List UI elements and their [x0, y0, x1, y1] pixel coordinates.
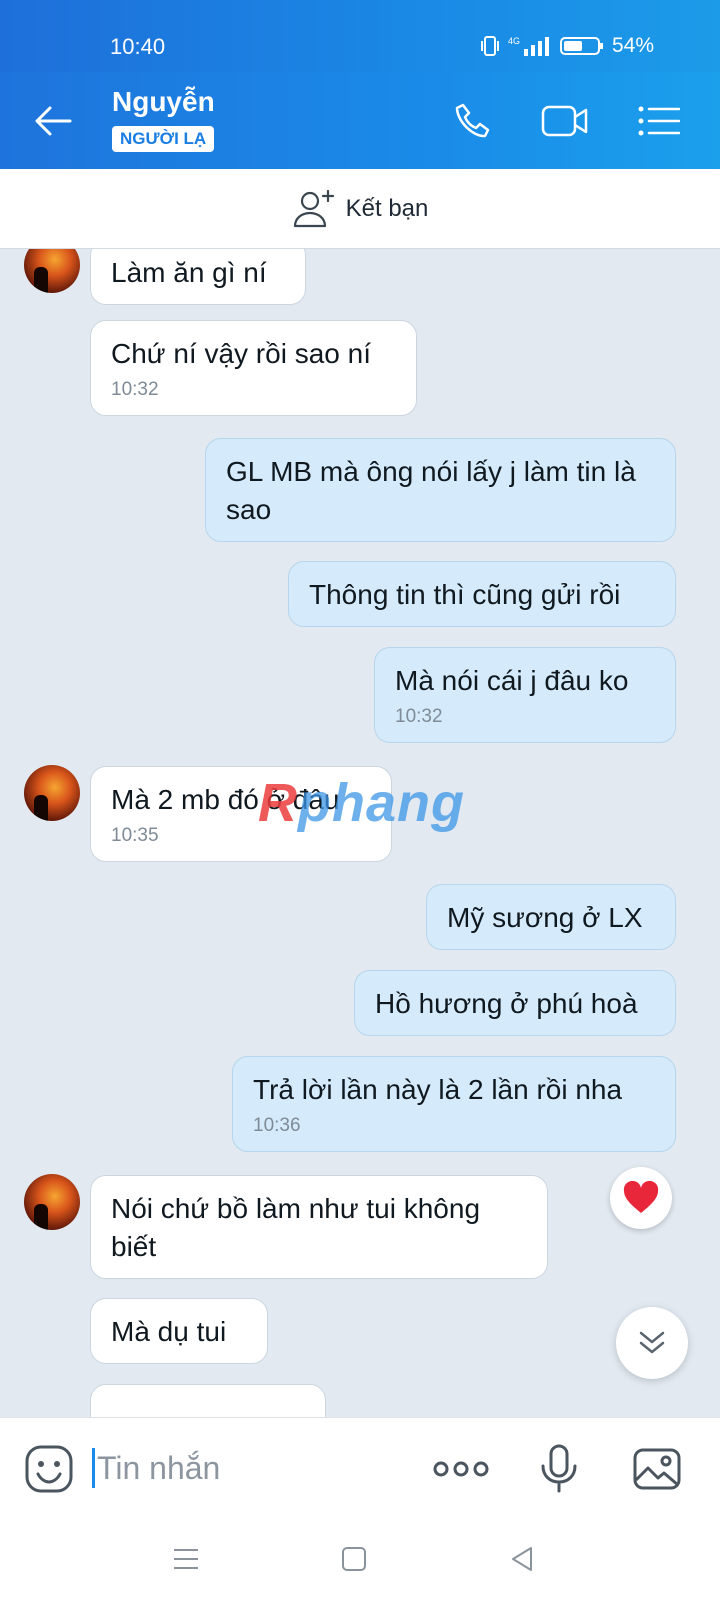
message-bubble-incoming[interactable]: Mà dụ tui [90, 1298, 268, 1364]
status-time: 10:40 [110, 34, 166, 59]
add-friend-button[interactable]: Kết bạn [0, 169, 720, 249]
heart-icon [623, 1181, 659, 1213]
video-camera-icon [541, 105, 588, 137]
contact-name[interactable]: Nguyễn [112, 86, 215, 118]
message-text: Hồ hương ở phú hoà [375, 988, 638, 1019]
image-gallery-icon [633, 1448, 681, 1490]
status-icons: 4G 54% [480, 34, 654, 58]
message-text: Nói chứ bồ làm như tui không biết [111, 1193, 481, 1262]
message-text: Trả lời lần này là 2 lần rồi nha [253, 1074, 623, 1105]
message-text: Chứ ní vậy rồi sao ní [111, 338, 371, 369]
message-bubble-incoming[interactable]: Chứ ní vậy rồi sao ní 10:32 [90, 320, 417, 416]
back-triangle-icon [512, 1547, 532, 1571]
status-bar: 10:40 4G 54% [0, 0, 720, 72]
message-input-placeholder: Tin nhắn [97, 1449, 221, 1486]
message-text: Mỹ sương ở LX [447, 902, 643, 933]
nav-home-button[interactable] [334, 1539, 374, 1579]
message-time: 10:32 [111, 379, 159, 400]
message-bubble-outgoing[interactable]: Hồ hương ở phú hoà [354, 970, 676, 1036]
nav-menu-button[interactable] [166, 1539, 206, 1579]
add-user-icon [293, 189, 334, 227]
scroll-to-bottom-button[interactable] [616, 1307, 688, 1379]
avatar[interactable] [24, 249, 80, 293]
battery-percent: 54% [611, 34, 654, 57]
back-button[interactable] [28, 96, 78, 146]
more-options-button[interactable] [432, 1440, 490, 1498]
message-text: Mà dụ tui [111, 1316, 227, 1347]
chat-menu-button[interactable] [634, 96, 684, 146]
message-time: 10:36 [253, 1115, 301, 1136]
send-image-button[interactable] [628, 1440, 686, 1498]
message-bubble-outgoing[interactable]: GL MB mà ông nói lấy j làm tin là sao [205, 438, 676, 542]
message-input[interactable]: Tin nhắn [92, 1444, 412, 1492]
add-friend-label: Kết bạn [345, 194, 429, 222]
voice-call-button[interactable] [448, 96, 498, 146]
message-bubble-incoming[interactable]: Làm ăn gì ní [90, 249, 306, 305]
signal-icon: 4G [508, 36, 549, 56]
microphone-icon [541, 1444, 577, 1493]
vibrate-icon [480, 36, 499, 56]
message-text: Mà nói cái j đâu ko [395, 665, 629, 696]
message-bubble-outgoing[interactable]: Trả lời lần này là 2 lần rồi nha 10:36 [232, 1056, 676, 1152]
avatar[interactable] [24, 1174, 80, 1230]
voice-message-button[interactable] [530, 1440, 588, 1498]
avatar[interactable] [24, 765, 80, 821]
message-bubble-outgoing[interactable]: Mỹ sương ở LX [426, 884, 676, 950]
battery-icon [559, 37, 603, 55]
message-bubble-incoming[interactable] [90, 1384, 326, 1417]
list-menu-icon [638, 106, 680, 136]
message-bubble-outgoing[interactable]: Mà nói cái j đâu ko 10:32 [374, 647, 676, 743]
system-nav-bar [0, 1519, 720, 1600]
chat-header: Nguyễn NGƯỜI LẠ [0, 72, 720, 169]
watermark-logo: Rphang [258, 773, 465, 833]
message-text: GL MB mà ông nói lấy j làm tin là sao [226, 456, 636, 525]
phone-icon [455, 103, 490, 138]
message-text: Thông tin thì cũng gửi rồi [309, 579, 621, 610]
message-time: 10:32 [395, 706, 443, 727]
home-square-icon [342, 1547, 366, 1571]
sticker-button[interactable] [20, 1440, 78, 1498]
nav-back-button[interactable] [502, 1539, 542, 1579]
reaction-button[interactable] [610, 1167, 672, 1229]
video-call-button[interactable] [540, 96, 590, 146]
menu-lines-icon [174, 1549, 198, 1569]
message-bubble-incoming[interactable]: Nói chứ bồ làm như tui không biết [90, 1175, 548, 1279]
double-chevron-down-icon [639, 1331, 665, 1354]
arrow-left-icon [35, 106, 72, 136]
message-bubble-outgoing[interactable]: Thông tin thì cũng gửi rồi [288, 561, 676, 627]
stranger-badge: NGƯỜI LẠ [112, 126, 215, 152]
emoji-face-icon [25, 1445, 73, 1493]
message-text: Làm ăn gì ní [111, 257, 267, 288]
message-composer: Tin nhắn [0, 1417, 720, 1519]
more-dots-icon [433, 1461, 489, 1477]
text-caret [92, 1448, 95, 1488]
svg-text:4G: 4G [508, 36, 520, 46]
